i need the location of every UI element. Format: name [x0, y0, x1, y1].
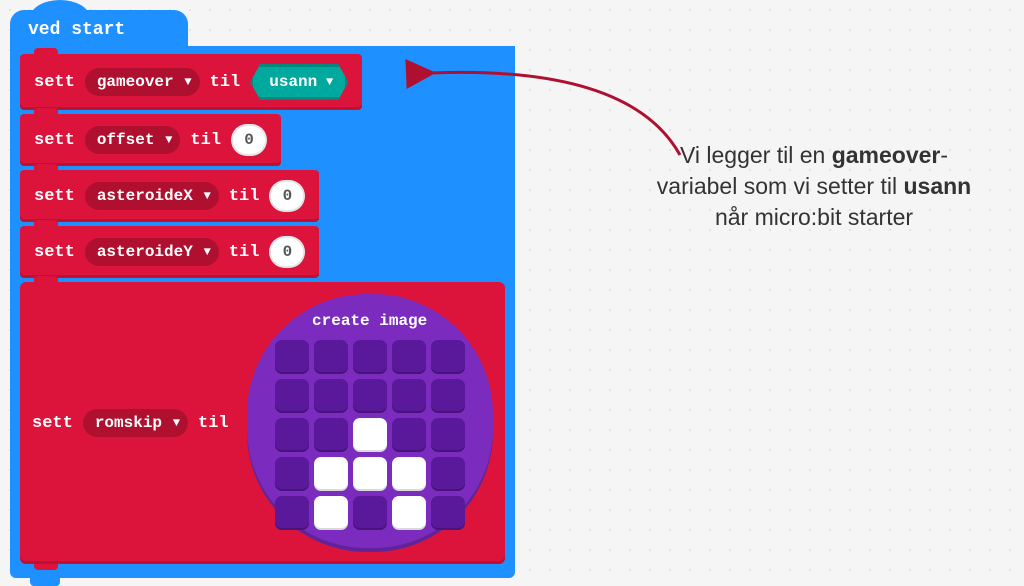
- set-romskip-block[interactable]: sett romskip ▼ til create image: [20, 282, 505, 564]
- create-image-block[interactable]: create image: [247, 294, 493, 552]
- til-keyword: til: [190, 131, 221, 150]
- create-image-label: create image: [312, 312, 427, 330]
- led-cell-2-0[interactable]: [275, 418, 309, 452]
- led-cell-4-1[interactable]: [314, 496, 348, 530]
- led-cell-4-2[interactable]: [353, 496, 387, 530]
- led-cell-1-3[interactable]: [392, 379, 426, 413]
- led-cell-1-2[interactable]: [353, 379, 387, 413]
- set-keyword: sett: [34, 73, 75, 92]
- set-keyword: sett: [34, 243, 75, 262]
- set-asteroidey-block[interactable]: sett asteroideY ▼ til 0: [20, 226, 319, 278]
- led-cell-3-4[interactable]: [431, 457, 465, 491]
- annotation-text: Vi legger til en gameover-variabel som v…: [654, 140, 974, 233]
- variable-dropdown-gameover[interactable]: gameover ▼: [85, 68, 200, 96]
- led-grid[interactable]: [275, 340, 465, 530]
- led-cell-1-4[interactable]: [431, 379, 465, 413]
- number-input[interactable]: 0: [269, 180, 305, 212]
- led-cell-0-4[interactable]: [431, 340, 465, 374]
- chevron-down-icon: ▼: [173, 416, 180, 430]
- til-keyword: til: [229, 187, 260, 206]
- chevron-down-icon: ▼: [326, 75, 333, 89]
- variable-dropdown-asteroidey[interactable]: asteroideY ▼: [85, 238, 219, 266]
- set-offset-block[interactable]: sett offset ▼ til 0: [20, 114, 281, 166]
- variable-dropdown-asteroidex[interactable]: asteroideX ▼: [85, 182, 219, 210]
- set-gameover-block[interactable]: sett gameover ▼ til usann ▼: [20, 54, 362, 110]
- led-cell-0-0[interactable]: [275, 340, 309, 374]
- led-cell-0-2[interactable]: [353, 340, 387, 374]
- variable-dropdown-offset[interactable]: offset ▼: [85, 126, 181, 154]
- led-cell-3-0[interactable]: [275, 457, 309, 491]
- led-cell-0-3[interactable]: [392, 340, 426, 374]
- led-cell-3-2[interactable]: [353, 457, 387, 491]
- til-keyword: til: [210, 73, 241, 92]
- set-keyword: sett: [34, 187, 75, 206]
- led-cell-1-0[interactable]: [275, 379, 309, 413]
- number-input[interactable]: 0: [231, 124, 267, 156]
- led-cell-2-1[interactable]: [314, 418, 348, 452]
- led-cell-2-3[interactable]: [392, 418, 426, 452]
- til-keyword: til: [198, 414, 229, 433]
- led-cell-2-4[interactable]: [431, 418, 465, 452]
- chevron-down-icon: ▼: [165, 133, 172, 147]
- led-cell-3-1[interactable]: [314, 457, 348, 491]
- led-cell-3-3[interactable]: [392, 457, 426, 491]
- led-cell-0-1[interactable]: [314, 340, 348, 374]
- til-keyword: til: [229, 243, 260, 262]
- chevron-down-icon: ▼: [204, 189, 211, 203]
- chevron-down-icon: ▼: [184, 75, 191, 89]
- led-cell-4-3[interactable]: [392, 496, 426, 530]
- block-stack: sett gameover ▼ til usann ▼ sett offset …: [10, 46, 515, 578]
- led-cell-4-0[interactable]: [275, 496, 309, 530]
- boolean-dropdown-usann[interactable]: usann ▼: [250, 64, 348, 100]
- number-input[interactable]: 0: [269, 236, 305, 268]
- led-cell-1-1[interactable]: [314, 379, 348, 413]
- hat-block-on-start[interactable]: ved start: [10, 10, 188, 46]
- set-keyword: sett: [34, 131, 75, 150]
- set-keyword: sett: [32, 414, 73, 433]
- hat-label: ved start: [28, 20, 125, 40]
- chevron-down-icon: ▼: [204, 245, 211, 259]
- led-cell-4-4[interactable]: [431, 496, 465, 530]
- variable-dropdown-romskip[interactable]: romskip ▼: [83, 409, 188, 437]
- set-asteroidex-block[interactable]: sett asteroideX ▼ til 0: [20, 170, 319, 222]
- led-cell-2-2[interactable]: [353, 418, 387, 452]
